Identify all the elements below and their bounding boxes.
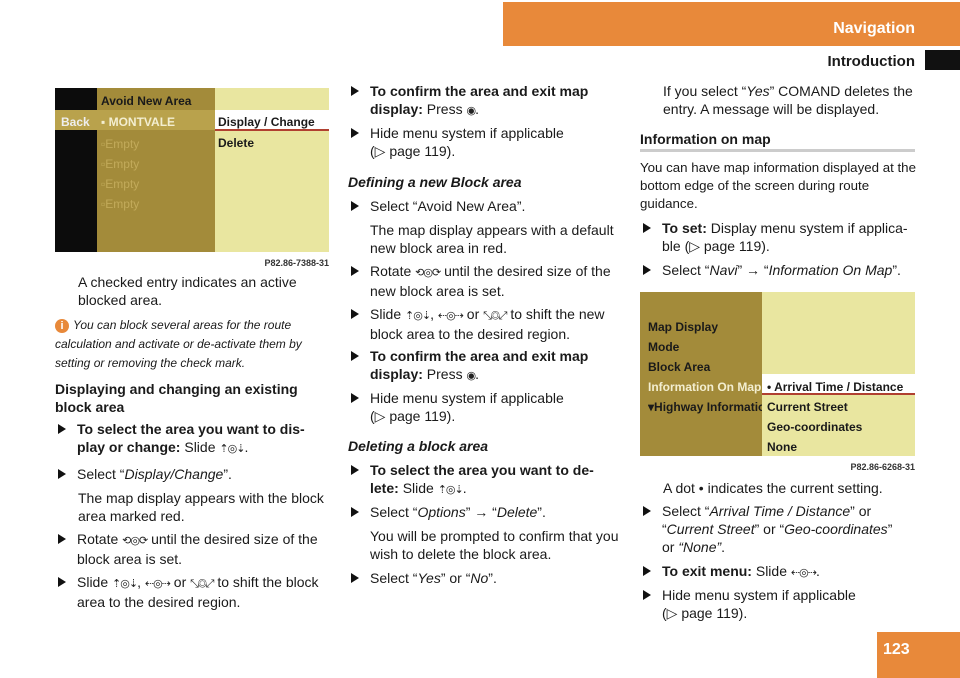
step: Rotate ⟲◎⟳ until the desired size of the… [348, 262, 613, 300]
slide-horizontal-icon: ⇠◎⇢ [437, 310, 464, 322]
page-number: 123 [877, 632, 960, 678]
heading-rule [640, 149, 915, 152]
slide-horizontal-icon: ⇠◎⇢ [144, 578, 171, 590]
thumb-tab [925, 50, 960, 70]
step: Slide ⇡◎⇣, ⇠◎⇢ or ⤡◎⤢ to shift the new b… [348, 305, 618, 343]
option-list: • Arrival Time / Distance Current Street G… [767, 380, 904, 454]
step: Rotate ⟲◎⟳ until the desired size of the… [55, 530, 320, 568]
rotate-icon: ⟲◎⟳ [415, 267, 441, 279]
slide-vertical-icon: ⇡◎⇣ [437, 484, 464, 496]
step: Select “Avoid New Area”. [348, 197, 613, 215]
slide-diagonal-icon: ⤡◎⤢ [483, 310, 507, 322]
paragraph: The map display appears with a default n… [370, 222, 614, 256]
subsection-title: Introduction [827, 53, 915, 70]
step: Select “Options” → “Delete”. [348, 503, 613, 521]
option-display-change: Display / Change [218, 115, 315, 129]
rotate-icon: ⟲◎⟳ [122, 535, 148, 547]
press-icon: ◉ [466, 105, 476, 117]
step: To select the area you want to dis-play … [55, 420, 325, 458]
step: Select “Display/Change”. [55, 465, 325, 483]
entry-list: ▫Empty ▫Empty ▫Empty ▫Empty [101, 137, 140, 211]
figure-caption: P82.86-6268-31 [850, 462, 915, 472]
paragraph: A checked entry indicates an active bloc… [78, 274, 297, 308]
section-title: Navigation [833, 20, 915, 37]
section-heading: Displaying and changing an existing bloc… [55, 381, 298, 415]
step: To set: Display menu system if applica-b… [640, 219, 918, 255]
step: Hide menu system if applicable (▷ page 1… [640, 586, 870, 622]
step: Hide menu system if applicable (▷ page 1… [348, 124, 578, 160]
step: To confirm the area and exit map display… [348, 82, 613, 120]
paragraph: You can have map information displayed a… [640, 160, 916, 211]
paragraph: A dot • indicates the current setting. [663, 480, 883, 496]
section-heading: Defining a new Block area [348, 174, 522, 190]
menu-list: Map Display Mode Block Area Information On… [648, 320, 762, 414]
slide-vertical-icon: ⇡◎⇣ [405, 310, 431, 322]
slide-diagonal-icon: ⤡◎⤢ [190, 578, 214, 590]
selected-entry: ▪ MONTVALE [101, 115, 176, 129]
slide-horizontal-icon: ⇠◎⇢ [790, 567, 817, 579]
info-note: i You can block several areas for the rou… [55, 318, 302, 370]
step: Hide menu system if applicable (▷ page 1… [348, 389, 578, 425]
slide-vertical-icon: ⇡◎⇣ [112, 578, 138, 590]
info-on-map-screenshot: Map Display Mode Block Area Information On… [640, 292, 915, 456]
info-icon: i [55, 319, 69, 333]
paragraph: The map display appears with the block a… [78, 490, 324, 524]
step: Select “Navi” → “Information On Map”. [640, 261, 925, 279]
press-icon: ◉ [466, 370, 476, 382]
paragraph: You will be prompted to confirm that you… [370, 528, 619, 562]
step: Select “Yes” or “No”. [348, 569, 613, 587]
step: To exit menu: Slide ⇠◎⇢. [640, 562, 918, 582]
section-heading: Deleting a block area [348, 438, 489, 454]
paragraph: If you select “Yes” COMAND deletes the e… [663, 83, 913, 117]
avoid-area-screenshot: Avoid New Area Back ▪ MONTVALE ▫Empty ▫Em… [55, 88, 329, 252]
section-header-bar: Navigation [503, 2, 960, 46]
section-heading: Information on map [640, 131, 771, 147]
figure-caption: P82.86-7388-31 [264, 258, 329, 268]
step: To confirm the area and exit map display… [348, 347, 613, 385]
back-label: Back [61, 115, 90, 129]
option-delete: Delete [218, 136, 255, 150]
step: Slide ⇡◎⇣, ⇠◎⇢ or ⤡◎⤢ to shift the block… [55, 573, 325, 611]
slide-vertical-icon: ⇡◎⇣ [219, 443, 245, 455]
screen-title: Avoid New Area [101, 94, 192, 108]
step: Select “Arrival Time / Distance” or “Cur… [640, 502, 900, 556]
step: To select the area you want to de-lete: … [348, 461, 613, 499]
